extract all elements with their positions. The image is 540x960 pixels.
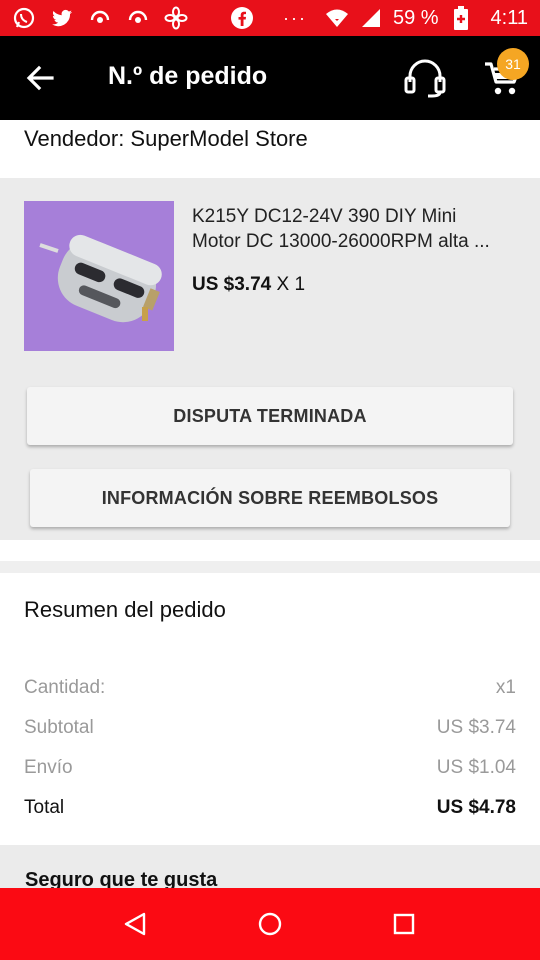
product-image[interactable] [24,201,174,351]
twitter-icon [50,6,74,30]
product-title-line1: K215Y DC12-24V 390 DIY Mini [192,206,457,227]
summary-value: US $1.04 [436,757,516,778]
hotspot-icon [88,6,112,30]
divider [0,561,540,573]
wifi-icon [325,6,349,30]
product-title-line2: Motor DC 13000-26000RPM alta ... [192,231,490,252]
app-bar: N.º de pedido [0,36,540,120]
battery-percent: 59 % [392,6,439,29]
cart-count-badge: 31 [497,48,529,80]
summary-label: Subtotal [24,717,94,738]
summary-label: Cantidad: [24,677,106,698]
hotspot-icon [126,6,150,30]
product-quantity: X 1 [276,274,306,295]
summary-value: US $3.74 [436,717,516,738]
notification-icons [12,6,188,30]
price-row: US $3.74 X 1 [192,274,305,296]
nav-home-icon[interactable] [250,904,290,944]
summary-title: Resumen del pedido [24,597,226,622]
summary-label: Envío [24,757,73,778]
vendor-name: Vendedor: SuperModel Store [24,126,308,151]
signal-icon [359,6,383,30]
nav-recents-icon[interactable] [384,904,424,944]
product-price: US $3.74 [192,274,272,295]
fan-icon [164,6,188,30]
more-notifications-dots: ··· [283,8,307,28]
page-title: N.º de pedido [108,62,268,90]
battery-icon [449,6,473,30]
refund-info-button[interactable]: INFORMACIÓN SOBRE REEMBOLSOS [30,469,510,527]
summary-value: x1 [495,677,516,698]
recommendations-title: Seguro que te gusta [25,869,218,888]
summary-total-value: US $4.78 [436,797,516,818]
dispute-finished-button[interactable]: DISPUTA TERMINADA [27,387,513,445]
clock: 4:11 [490,6,528,29]
divider [0,540,540,562]
whatsapp-icon [12,6,36,30]
order-summary: Resumen del pedido Cantidad: x1 Subtotal… [0,573,540,845]
vendor-row[interactable]: Vendedor: SuperModel Store [0,120,540,176]
back-arrow-icon[interactable] [22,60,58,96]
system-status: 59 % 4:11 [325,0,528,36]
headset-icon[interactable] [402,58,448,98]
nav-back-icon[interactable] [115,904,155,944]
recommendations-section: Seguro que te gusta [0,845,540,888]
status-bar: ··· 59 % 4:11 [0,0,540,36]
product-title[interactable]: K215Y DC12-24V 390 DIY Mini Motor DC 130… [192,204,522,254]
order-item-section: K215Y DC12-24V 390 DIY Mini Motor DC 130… [0,178,540,540]
summary-label: Total [24,797,65,818]
facebook-icon [230,6,254,30]
navigation-bar [0,888,540,960]
